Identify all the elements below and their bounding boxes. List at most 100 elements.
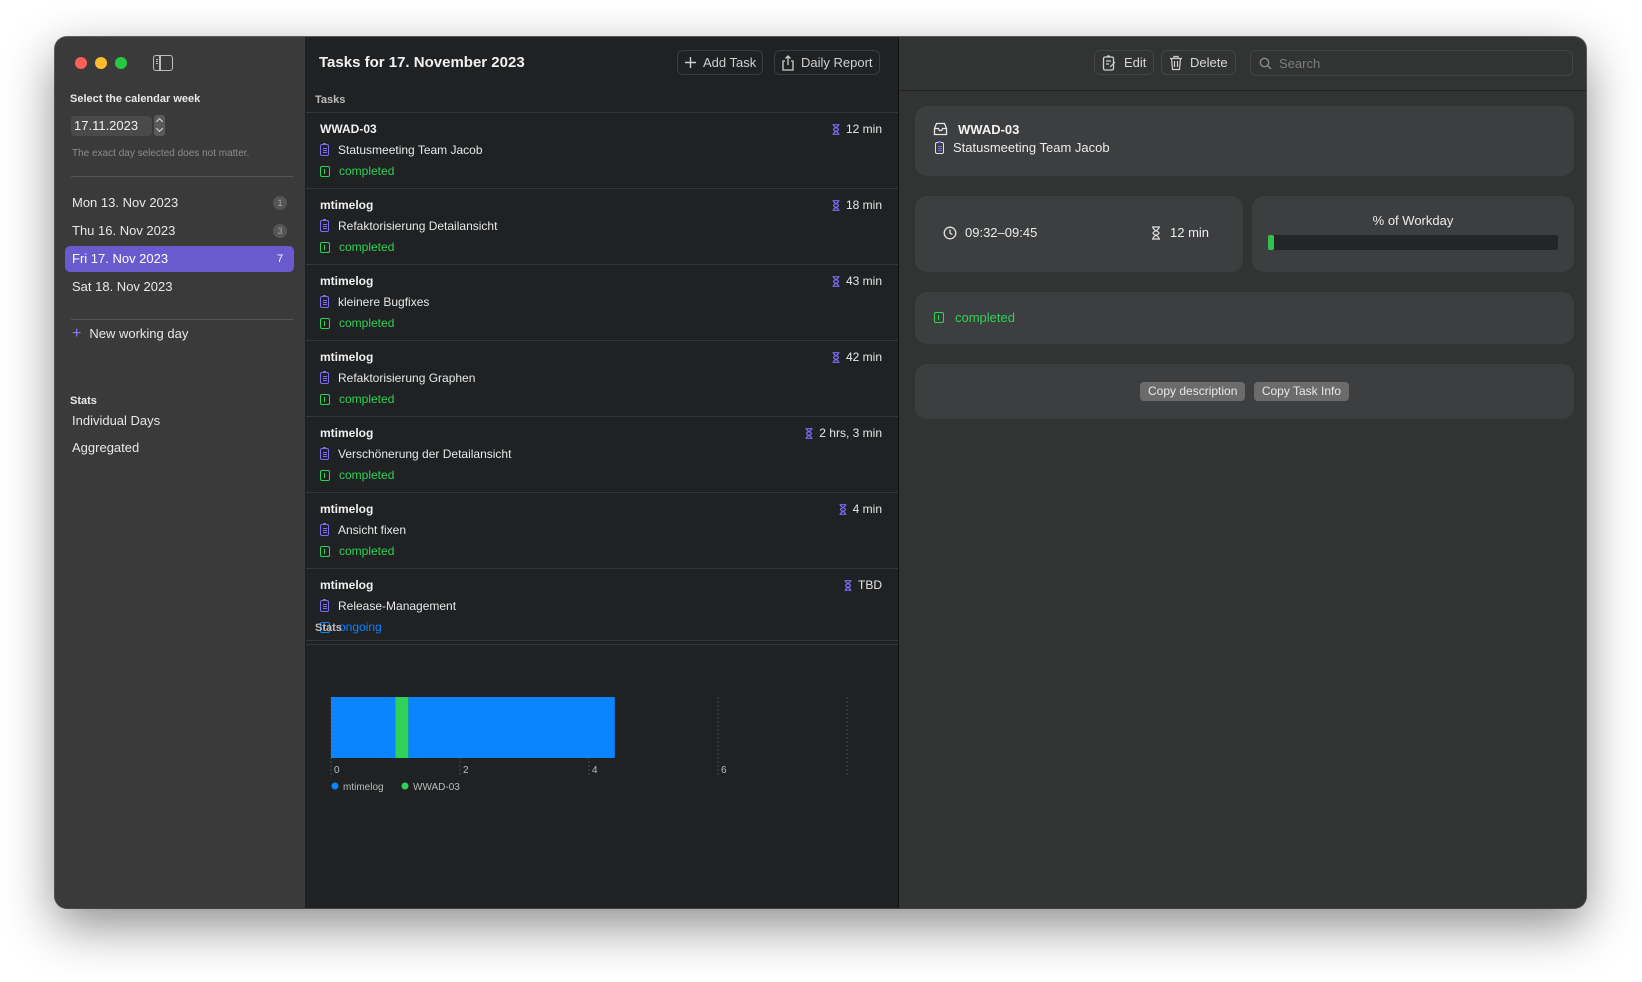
plus-icon xyxy=(685,57,696,68)
detail-duration: 12 min xyxy=(1170,225,1210,240)
day-task-count: 3 xyxy=(273,224,287,238)
edit-button[interactable]: Edit xyxy=(1094,50,1155,75)
plus-icon: + xyxy=(72,324,82,342)
close-window-button[interactable] xyxy=(75,57,87,69)
detail-description: Statusmeeting Team Jacob xyxy=(953,140,1110,155)
task-description-label: Refaktorisierung Graphen xyxy=(338,371,476,385)
clipboard-icon xyxy=(320,447,329,460)
task-status: completed xyxy=(320,240,394,254)
copy-card: Copy description Copy Task Info xyxy=(915,364,1574,419)
status-icon xyxy=(320,241,330,253)
day-label: Thu 16. Nov 2023 xyxy=(72,223,176,238)
add-task-label: Add Task xyxy=(703,55,757,70)
divider xyxy=(306,640,898,641)
task-duration-label: 18 min xyxy=(845,198,882,212)
task-status: completed xyxy=(320,544,394,558)
task-duration-label: 4 min xyxy=(852,502,882,516)
day-label: Mon 13. Nov 2023 xyxy=(72,195,179,210)
sidebar: Select the calendar week 17.11.2023 The … xyxy=(55,37,306,908)
add-task-button[interactable]: Add Task xyxy=(677,50,764,75)
status-icon xyxy=(320,469,330,481)
task-description: Refaktorisierung Graphen xyxy=(320,371,475,385)
workday-progress-fill xyxy=(1268,235,1274,250)
task-description-label: Refaktorisierung Detailansicht xyxy=(338,219,498,233)
delete-button[interactable]: Delete xyxy=(1161,50,1236,75)
tasks-section-label: Tasks xyxy=(315,94,346,106)
day-item[interactable]: Mon 13. Nov 2023 1 xyxy=(65,190,294,216)
copy-task-info-button[interactable]: Copy Task Info xyxy=(1253,382,1349,401)
task-status-label: completed xyxy=(339,316,395,330)
task-row[interactable]: mtimelog 43 min kleinere Bugfixes completed xyxy=(306,265,898,341)
new-working-day-button[interactable]: + New working day xyxy=(72,324,189,342)
divider xyxy=(71,319,293,320)
task-project: mtimelog xyxy=(320,274,374,288)
search-field[interactable]: Search xyxy=(1250,50,1573,76)
task-description-label: Ansicht fixen xyxy=(338,523,407,537)
stats-chart-svg: 0 2 4 6 mtimelog WWAD-03 xyxy=(330,697,848,793)
task-project: mtimelog xyxy=(320,198,374,212)
day-label: Fri 17. Nov 2023 xyxy=(72,251,169,266)
week-date-field[interactable]: 17.11.2023 xyxy=(71,116,152,136)
task-duration: 12 min xyxy=(832,122,882,136)
daily-report-button[interactable]: Daily Report xyxy=(774,50,880,75)
task-duration: 4 min xyxy=(839,502,882,516)
task-row[interactable]: mtimelog TBD Release-Management ongoing xyxy=(306,569,898,645)
status-icon xyxy=(934,312,944,323)
new-working-day-label: New working day xyxy=(89,326,189,341)
task-list-pane: Tasks for 17. November 2023 Add Task Dai… xyxy=(306,37,899,908)
time-card: 09:32–09:45 12 min xyxy=(915,196,1243,272)
task-duration: 42 min xyxy=(832,350,882,364)
chart-bar-segment-wwad-03 xyxy=(395,697,409,758)
toolbar-divider xyxy=(899,90,1586,91)
stats-aggregated[interactable]: Aggregated xyxy=(72,440,139,455)
chart-tick-label: 2 xyxy=(463,765,469,776)
task-row[interactable]: WWAD-03 12 min Statusmeeting Team Jacob com… xyxy=(306,113,898,189)
legend-swatch xyxy=(401,782,409,790)
day-item[interactable]: Thu 16. Nov 2023 3 xyxy=(65,218,294,244)
day-item[interactable]: Sat 18. Nov 2023 xyxy=(65,274,294,300)
date-stepper[interactable] xyxy=(154,115,165,136)
task-description: Verschönerung der Detailansicht xyxy=(320,447,511,461)
status-icon xyxy=(320,165,330,177)
task-duration-label: 43 min xyxy=(845,274,882,288)
task-status-label: ongoing xyxy=(339,620,382,634)
task-description-label: Release-Management xyxy=(338,599,457,613)
clipboard-icon xyxy=(320,219,329,232)
daily-report-label: Daily Report xyxy=(801,55,873,70)
day-list: Mon 13. Nov 2023 1 Thu 16. Nov 2023 3 Fr… xyxy=(65,190,294,302)
task-status-label: completed xyxy=(339,164,395,178)
workday-title: % of Workday xyxy=(1372,213,1454,228)
status-icon xyxy=(320,317,330,329)
delete-label: Delete xyxy=(1190,55,1228,70)
task-status: completed xyxy=(320,468,394,482)
task-description-label: Statusmeeting Team Jacob xyxy=(338,143,483,157)
task-row[interactable]: mtimelog 18 min Refaktorisierung Detailans… xyxy=(306,189,898,265)
day-label: Sat 18. Nov 2023 xyxy=(72,279,173,294)
hourglass-icon xyxy=(839,503,847,515)
status-icon xyxy=(320,545,330,557)
stats-individual-days[interactable]: Individual Days xyxy=(72,413,160,428)
clipboard-icon xyxy=(935,141,944,154)
stats-section-label: Stats xyxy=(315,622,342,634)
day-item-selected[interactable]: Fri 17. Nov 2023 7 xyxy=(65,246,294,272)
task-duration-label: 2 hrs, 3 min xyxy=(819,426,882,440)
task-duration-label: TBD xyxy=(858,578,882,592)
task-row[interactable]: mtimelog 2 hrs, 3 min Verschönerung der De… xyxy=(306,417,898,493)
task-status: completed xyxy=(320,316,394,330)
day-task-count: 7 xyxy=(276,253,284,265)
clipboard-icon xyxy=(320,523,329,536)
sidebar-toggle-icon[interactable] xyxy=(153,55,173,71)
minimize-window-button[interactable] xyxy=(95,57,107,69)
chart-tick-label: 4 xyxy=(592,765,598,776)
edit-icon xyxy=(1102,54,1116,71)
day-task-count: 1 xyxy=(273,196,287,210)
task-row[interactable]: mtimelog 4 min Ansicht fixen completed xyxy=(306,493,898,569)
chart-tick-label: 6 xyxy=(721,765,727,776)
task-status-label: completed xyxy=(339,240,395,254)
edit-label: Edit xyxy=(1124,55,1147,70)
app-window: Select the calendar week 17.11.2023 The … xyxy=(55,37,1586,908)
zoom-window-button[interactable] xyxy=(115,57,127,69)
task-row[interactable]: mtimelog 42 min Refaktorisierung Graphen co… xyxy=(306,341,898,417)
legend-label: WWAD-03 xyxy=(413,782,460,793)
copy-description-button[interactable]: Copy description xyxy=(1140,382,1246,401)
